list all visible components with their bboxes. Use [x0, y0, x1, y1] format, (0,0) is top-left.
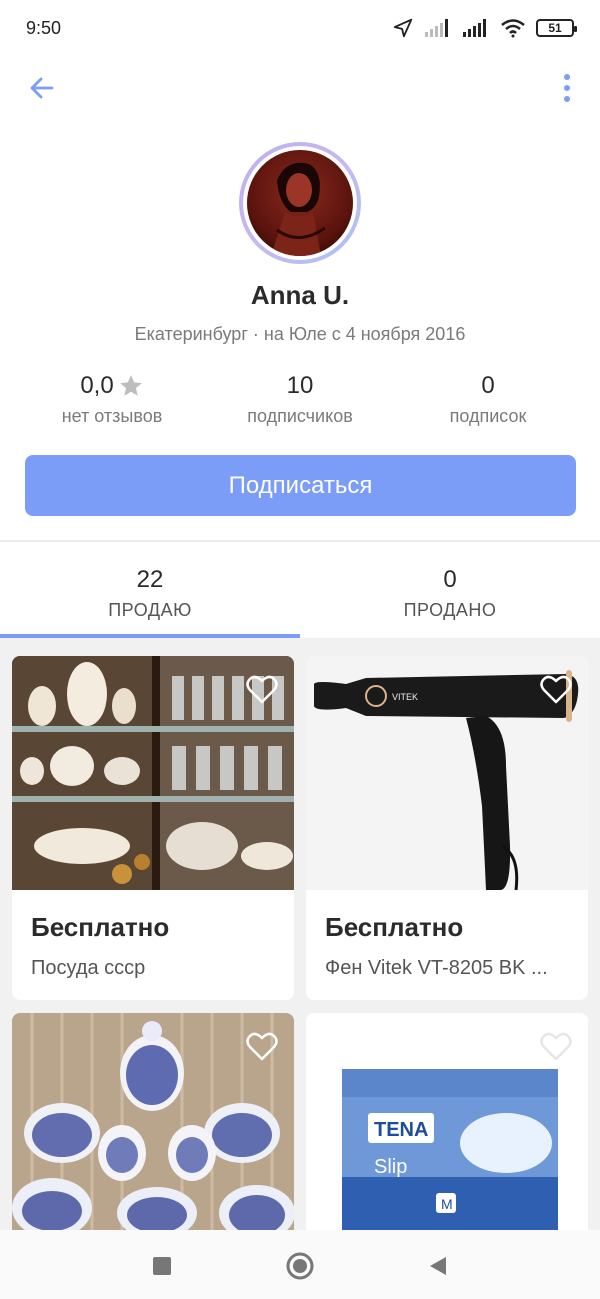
subscribe-button[interactable]: Подписаться [25, 455, 576, 516]
tab-sold[interactable]: 0 ПРОДАНО [300, 542, 600, 638]
profile-stats: 0,0 нет отзывов 10 подписчиков 0 подписо… [0, 372, 600, 432]
battery-icon: 51 [536, 19, 577, 37]
arrow-left-icon [30, 77, 54, 99]
recents-square-icon [153, 1257, 171, 1275]
svg-text:VITEK: VITEK [392, 692, 418, 702]
battery-level: 51 [548, 21, 562, 35]
listings-grid: Бесплатно Посуда ссср VITEK Бесплатно Фе… [0, 638, 600, 1230]
listing-title: Посуда ссср [31, 957, 146, 979]
listing-image: VITEK [306, 656, 588, 890]
system-nav-bar [0, 1230, 600, 1299]
system-back-button[interactable] [424, 1252, 452, 1280]
signal-icon [463, 19, 486, 37]
tab-label: ПРОДАЮ [108, 600, 192, 620]
location-arrow-icon [393, 18, 413, 38]
more-vertical-icon [564, 74, 570, 102]
followers-count: 10 [286, 372, 314, 399]
listing-card[interactable]: TENA Slip M [306, 1013, 588, 1230]
back-triangle-icon [430, 1257, 446, 1275]
signal-icon [425, 19, 448, 37]
favorite-heart-icon[interactable] [246, 1031, 278, 1061]
listing-tabs: 22 ПРОДАЮ 0 ПРОДАНО [0, 542, 600, 638]
profile-name: Anna U. [250, 280, 350, 310]
svg-text:TENA: TENA [374, 1119, 428, 1141]
wifi-icon [501, 19, 525, 38]
home-circle-icon [286, 1252, 314, 1280]
avatar[interactable] [247, 150, 353, 256]
app-bar [0, 60, 600, 116]
more-menu-button[interactable] [552, 68, 582, 108]
favorite-heart-icon[interactable] [540, 1031, 572, 1061]
following-count: 0 [481, 372, 495, 399]
avatar-photo [247, 150, 353, 256]
svg-text:M: M [441, 1196, 453, 1212]
star-icon [119, 375, 142, 396]
listing-image [12, 1013, 294, 1230]
status-icons: 51 [392, 17, 577, 39]
listing-image: TENA Slip M [306, 1013, 588, 1230]
status-bar: 9:50 51 [0, 0, 600, 56]
profile-meta: Екатеринбург · на Юле с 4 ноября 2016 [134, 324, 466, 344]
tab-count: 22 [136, 566, 164, 593]
stat-label: подписок [449, 406, 527, 426]
stat-following[interactable]: 0 подписок [388, 372, 588, 427]
tab-count: 0 [443, 566, 457, 593]
listing-title: Фен Vitek VT-8205 BK ... [325, 957, 548, 979]
avatar-ring [239, 142, 361, 264]
rating-value: 0,0 [80, 372, 114, 399]
back-button[interactable] [22, 68, 62, 108]
listing-image [12, 656, 294, 890]
listing-price: Бесплатно [325, 912, 464, 942]
listing-card[interactable] [12, 1013, 294, 1230]
svg-text:Slip: Slip [374, 1156, 407, 1178]
listing-price: Бесплатно [31, 912, 170, 942]
recents-button[interactable] [148, 1252, 176, 1280]
tab-label: ПРОДАНО [403, 600, 497, 620]
stat-label: подписчиков [247, 406, 353, 426]
tab-selling[interactable]: 22 ПРОДАЮ [0, 542, 300, 638]
listing-card[interactable]: VITEK Бесплатно Фен Vitek VT-8205 BK ... [306, 656, 588, 1000]
home-button[interactable] [286, 1252, 314, 1280]
favorite-heart-icon[interactable] [540, 674, 572, 704]
stat-followers[interactable]: 10 подписчиков [200, 372, 400, 427]
listing-card[interactable]: Бесплатно Посуда ссср [12, 656, 294, 1000]
favorite-heart-icon[interactable] [246, 674, 278, 704]
stat-label: нет отзывов [61, 406, 163, 426]
stat-rating[interactable]: 0,0 нет отзывов [12, 372, 212, 427]
status-time: 9:50 [26, 17, 62, 38]
